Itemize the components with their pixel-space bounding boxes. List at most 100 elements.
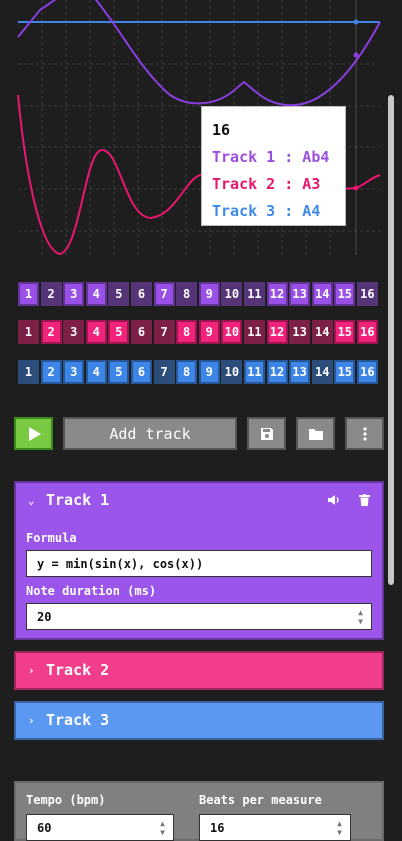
- beats-label: Beats per measure: [199, 793, 322, 807]
- play-icon: [28, 426, 41, 441]
- step-button[interactable]: 5: [108, 282, 130, 306]
- step-button[interactable]: 16: [356, 282, 378, 306]
- beats-value: 16: [210, 820, 225, 835]
- step-button[interactable]: 7: [153, 282, 175, 306]
- note-duration-input[interactable]: 20 ▲ ▼: [26, 603, 372, 630]
- track-1-name: Track 1: [46, 491, 110, 509]
- track-1-panel: ⌄ Track 1 Formula y = min(sin(x), cos(x)…: [14, 481, 384, 640]
- step-button[interactable]: 4: [85, 320, 107, 344]
- step-button[interactable]: 9: [198, 360, 220, 384]
- chart-tooltip: 16 Track 1 : Ab4 Track 2 : A3 Track 3 : …: [201, 106, 346, 226]
- stepper-arrows-icon[interactable]: ▲ ▼: [337, 819, 342, 837]
- stepper-arrows-icon[interactable]: ▲ ▼: [358, 608, 363, 626]
- app: 16 Track 1 : Ab4 Track 2 : A3 Track 3 : …: [0, 0, 402, 841]
- settings-panel: Tempo (bpm) 60 ▲ ▼ Beats per measure 16 ▲…: [14, 781, 384, 841]
- tooltip-track-2: Track 2 : A3: [212, 175, 321, 193]
- track-2-name: Track 2: [46, 661, 110, 679]
- step-button[interactable]: 2: [40, 360, 62, 384]
- add-track-button[interactable]: Add track: [63, 417, 237, 450]
- step-button[interactable]: 6: [130, 360, 152, 384]
- step-button[interactable]: 14: [311, 282, 333, 306]
- step-button[interactable]: 12: [266, 360, 288, 384]
- step-button[interactable]: 11: [243, 360, 265, 384]
- step-button[interactable]: 5: [108, 320, 130, 344]
- more-vertical-icon: [362, 426, 367, 441]
- step-button[interactable]: 7: [153, 320, 175, 344]
- open-folder-button[interactable]: [296, 417, 335, 450]
- beats-input[interactable]: 16 ▲ ▼: [199, 814, 351, 841]
- track-3-name: Track 3: [46, 711, 110, 729]
- step-button[interactable]: 1: [18, 320, 39, 344]
- folder-icon: [308, 428, 323, 440]
- tooltip-title: 16: [212, 121, 231, 139]
- tempo-value: 60: [37, 820, 52, 835]
- step-button[interactable]: 10: [221, 360, 243, 384]
- more-menu-button[interactable]: [345, 417, 384, 450]
- chevron-down-icon: ⌄: [28, 493, 35, 507]
- formula-label: Formula: [26, 531, 77, 545]
- chevron-right-icon: ›: [28, 713, 35, 727]
- track-1-header[interactable]: ⌄ Track 1: [16, 483, 382, 517]
- step-button[interactable]: 11: [243, 320, 265, 344]
- step-button[interactable]: 9: [198, 282, 220, 306]
- stepper-arrows-icon[interactable]: ▲ ▼: [160, 819, 165, 837]
- note-duration-label: Note duration (ms): [26, 584, 157, 598]
- track-1-marker: [353, 52, 359, 58]
- step-button[interactable]: 13: [289, 282, 311, 306]
- track-1-line: [17, 0, 381, 107]
- tempo-label: Tempo (bpm): [26, 793, 106, 807]
- step-button[interactable]: 4: [85, 282, 107, 306]
- step-button[interactable]: 8: [176, 360, 198, 384]
- step-button[interactable]: 2: [40, 282, 62, 306]
- scrollbar[interactable]: [388, 95, 394, 585]
- step-button[interactable]: 1: [18, 360, 39, 384]
- track-2-marker: [353, 185, 359, 191]
- step-button[interactable]: 15: [334, 360, 356, 384]
- step-button[interactable]: 10: [221, 320, 243, 344]
- step-button[interactable]: 4: [85, 360, 107, 384]
- step-button[interactable]: 6: [130, 282, 152, 306]
- tooltip-track-3: Track 3 : A4: [212, 202, 321, 220]
- track-1-sequencer: 1 2 3 4 5 6 7 8 9 10 11 12 13 14 15 16: [18, 282, 380, 306]
- step-button[interactable]: 6: [130, 320, 152, 344]
- step-button[interactable]: 12: [266, 282, 288, 306]
- step-button[interactable]: 13: [289, 360, 311, 384]
- track-2-sequencer: 1 2 3 4 5 6 7 8 9 10 11 12 13 14 15 16: [18, 320, 380, 344]
- step-button[interactable]: 14: [311, 360, 333, 384]
- volume-icon[interactable]: [327, 494, 340, 506]
- tempo-input[interactable]: 60 ▲ ▼: [26, 814, 174, 841]
- chevron-right-icon: ›: [28, 663, 35, 677]
- step-button[interactable]: 3: [63, 360, 85, 384]
- step-button[interactable]: 16: [356, 360, 378, 384]
- step-button[interactable]: 12: [266, 320, 288, 344]
- step-button[interactable]: 9: [198, 320, 220, 344]
- formula-input[interactable]: y = min(sin(x), cos(x)): [26, 550, 372, 577]
- step-button[interactable]: 3: [63, 282, 85, 306]
- step-button[interactable]: 14: [311, 320, 333, 344]
- step-button[interactable]: 3: [63, 320, 85, 344]
- play-button[interactable]: [14, 417, 53, 450]
- step-button[interactable]: 8: [176, 320, 198, 344]
- tooltip-track-1: Track 1 : Ab4: [212, 148, 330, 166]
- step-button[interactable]: 15: [334, 282, 356, 306]
- step-button[interactable]: 7: [153, 360, 175, 384]
- save-icon: [260, 427, 273, 440]
- step-button[interactable]: 1: [18, 282, 39, 306]
- step-button[interactable]: 16: [356, 320, 378, 344]
- step-button[interactable]: 10: [221, 282, 243, 306]
- step-button[interactable]: 11: [243, 282, 265, 306]
- track-2-panel[interactable]: › Track 2: [14, 651, 384, 690]
- trash-icon[interactable]: [359, 494, 370, 506]
- save-button[interactable]: [247, 417, 286, 450]
- step-button[interactable]: 15: [334, 320, 356, 344]
- track-3-header: › Track 3: [16, 703, 382, 737]
- step-button[interactable]: 13: [289, 320, 311, 344]
- step-button[interactable]: 5: [108, 360, 130, 384]
- step-button[interactable]: 8: [176, 282, 198, 306]
- note-duration-value: 20: [37, 609, 52, 624]
- formula-value: y = min(sin(x), cos(x)): [37, 556, 204, 571]
- track-3-panel[interactable]: › Track 3: [14, 701, 384, 740]
- track-3-sequencer: 1 2 3 4 5 6 7 8 9 10 11 12 13 14 15 16: [18, 360, 380, 384]
- track-2-header: › Track 2: [16, 653, 382, 687]
- step-button[interactable]: 2: [40, 320, 62, 344]
